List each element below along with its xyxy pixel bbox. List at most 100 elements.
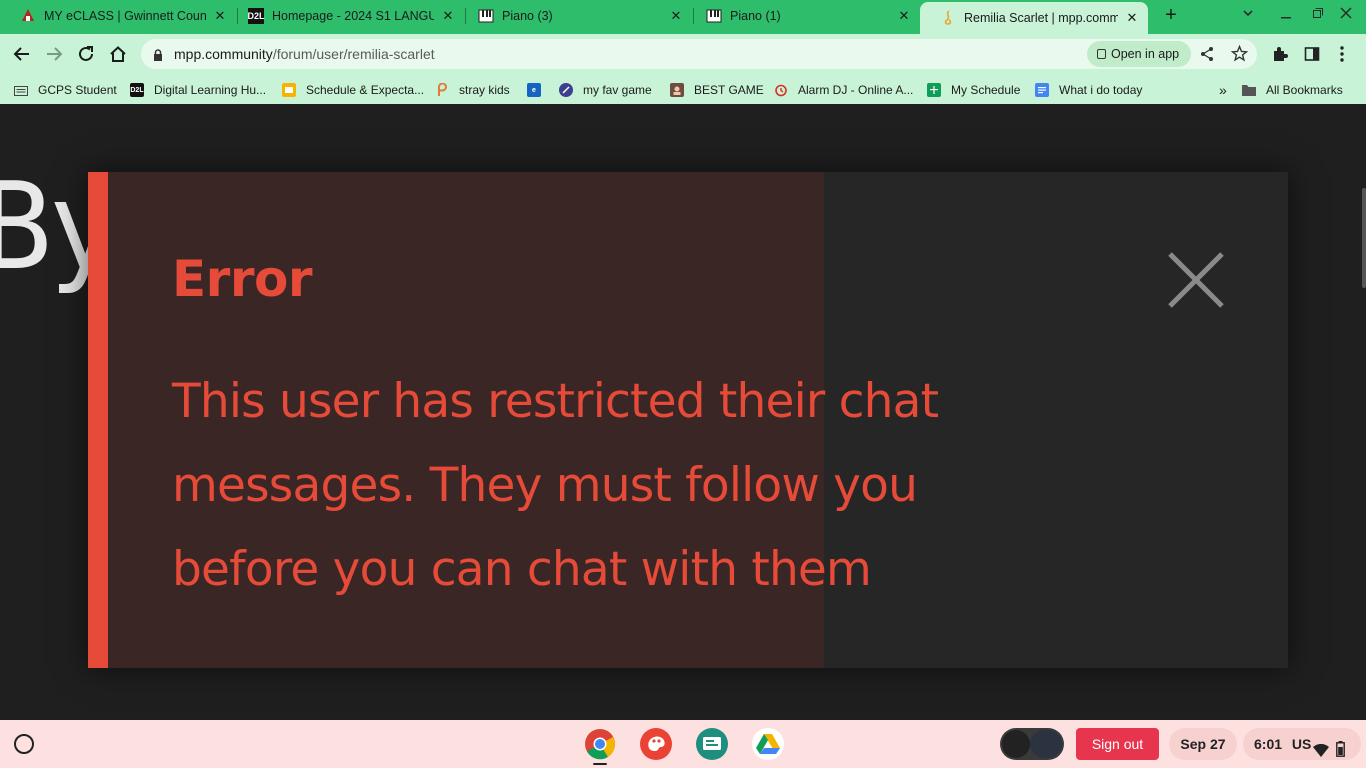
docs-icon [1035,83,1049,97]
bookmark-label: What i do today [1059,83,1143,97]
tab-search-chevron-icon[interactable] [1238,6,1258,23]
bookmark-star-icon[interactable] [1230,44,1249,67]
status-tray[interactable]: 6:01 US [1243,728,1361,760]
bookmark-stray-kids[interactable]: stray kids [435,81,510,99]
open-in-app-button[interactable]: Open in app [1087,41,1192,67]
date-tray[interactable]: Sep 27 [1169,728,1237,760]
bookmark-schedule-expectations[interactable]: Schedule & Expecta... [282,81,424,99]
chrome-icon[interactable] [584,728,616,760]
minimize-icon[interactable] [1276,6,1296,23]
bookmarks-overflow-button[interactable]: » [1219,81,1227,99]
bookmark-alarm-dj[interactable]: Alarm DJ - Online A... [774,81,913,99]
tab-close-icon[interactable]: ✕ [440,8,456,24]
close-window-icon[interactable] [1336,6,1356,22]
reload-icon[interactable] [74,42,98,66]
error-title: Error [172,250,312,308]
alarm-icon [774,83,788,97]
battery-icon [1336,736,1345,768]
bookmark-my-schedule[interactable]: My Schedule [927,81,1020,99]
slides-icon [282,83,296,97]
tab-title: Homepage - 2024 S1 LANGUA [272,9,434,23]
tab-title: Piano (3) [502,9,553,23]
launcher-icon[interactable] [14,734,34,754]
tab-title: MY eCLASS | Gwinnett County [44,9,206,23]
error-dialog: Error This user has restricted their cha… [88,172,1288,668]
mpp-icon [940,10,956,26]
bookmark-what-i-do-today[interactable]: What i do today [1035,81,1142,99]
stray-kids-icon [435,83,449,97]
active-app-indicator [593,763,607,765]
bookmark-digital-learning-hub[interactable]: D2L Digital Learning Hu... [130,81,266,99]
d2l-icon: D2L [248,8,265,24]
tab-title: Remilia Scarlet | mpp.commu [964,11,1118,25]
bookmark-label: GCPS Student [38,83,117,97]
error-message: This user has restricted their chat mess… [172,374,939,597]
open-in-app-label: Open in app [1111,47,1180,61]
browser-toolbar: mpp.community/forum/user/remilia-scarlet… [0,34,1366,74]
forward-icon[interactable] [42,42,66,66]
wifi-icon [1313,737,1329,768]
sheets-icon [927,83,941,97]
clock-time: 6:01 [1254,736,1283,752]
share-icon[interactable] [1199,46,1215,67]
tab-title: Piano (1) [730,9,781,23]
piano-icon [706,8,722,24]
piano-icon [478,8,494,24]
tab-eclass[interactable]: MY eCLASS | Gwinnett County ✕ [0,2,236,30]
eclass-icon [20,8,36,24]
tab-remilia-scarlet[interactable]: Remilia Scarlet | mpp.commu ✕ [920,2,1148,34]
bookmark-label: Digital Learning Hu... [154,83,267,97]
tab-close-icon[interactable]: ✕ [896,8,912,24]
input-locale: US [1291,736,1312,752]
game-icon [559,83,573,97]
extensions-icon[interactable] [1268,42,1292,66]
bookmark-label: stray kids [459,83,510,97]
more-menu-icon[interactable] [1330,42,1354,66]
window-previews[interactable] [1000,728,1064,760]
url-text[interactable]: mpp.community/forum/user/remilia-scarlet [174,46,435,62]
url-domain: mpp.community [174,46,273,62]
game-avatar-icon [670,83,684,97]
url-path: /forum/user/remilia-scarlet [272,46,435,62]
d2l-icon: D2L [130,83,144,97]
error-accent-bar [88,172,108,668]
tab-close-icon[interactable]: ✕ [212,8,228,24]
preview-thumbnail [1002,730,1030,758]
tab-piano-1[interactable]: Piano (1) ✕ [686,2,920,30]
restore-icon[interactable] [1308,6,1328,22]
canvas-icon[interactable] [640,728,672,760]
bookmark-gcps-student[interactable]: GCPS Student [14,81,117,99]
bookmarks-bar: GCPS Student D2L Digital Learning Hu... … [0,74,1366,104]
tab-close-icon[interactable]: ✕ [1124,10,1140,26]
drive-icon[interactable] [752,728,784,760]
preview-thumbnail [1030,730,1062,758]
bookmark-label: Schedule & Expecta... [306,83,425,97]
lock-icon[interactable] [153,48,163,66]
bookmark-label: Alarm DJ - Online A... [798,83,914,97]
bookmark-my-fav-game[interactable]: my fav game [559,81,652,99]
home-icon[interactable] [106,42,130,66]
tab-close-icon[interactable]: ✕ [668,8,684,24]
bookmark-label: BEST GAME [694,83,764,97]
classroom-icon[interactable] [696,728,728,760]
tab-strip: MY eCLASS | Gwinnett County ✕ D2L Homepa… [0,0,1366,34]
bookmark-best-game[interactable]: BEST GAME [670,81,764,99]
sign-out-button[interactable]: Sign out [1076,728,1159,760]
page-content: By Error This user has restricted their … [0,108,1366,720]
address-bar[interactable]: mpp.community/forum/user/remilia-scarlet… [141,39,1257,69]
edge-icon: e [527,83,541,97]
open-app-icon [1097,49,1106,59]
system-shelf: Sign out Sep 27 6:01 US [0,720,1366,768]
scrollbar[interactable] [1362,188,1366,288]
bookmark-label: my fav game [583,83,652,97]
all-bookmarks-label: All Bookmarks [1266,83,1343,97]
side-panel-icon[interactable] [1300,42,1324,66]
close-icon[interactable] [1164,248,1228,312]
tab-d2l-homepage[interactable]: D2L Homepage - 2024 S1 LANGUA ✕ [228,2,464,30]
all-bookmarks-button[interactable]: All Bookmarks [1242,81,1343,99]
folder-icon [1242,83,1256,97]
back-icon[interactable] [10,42,34,66]
tab-piano-3[interactable]: Piano (3) ✕ [458,2,692,30]
bookmark-edge[interactable]: e [527,81,551,99]
new-tab-button[interactable]: + [1160,5,1182,27]
